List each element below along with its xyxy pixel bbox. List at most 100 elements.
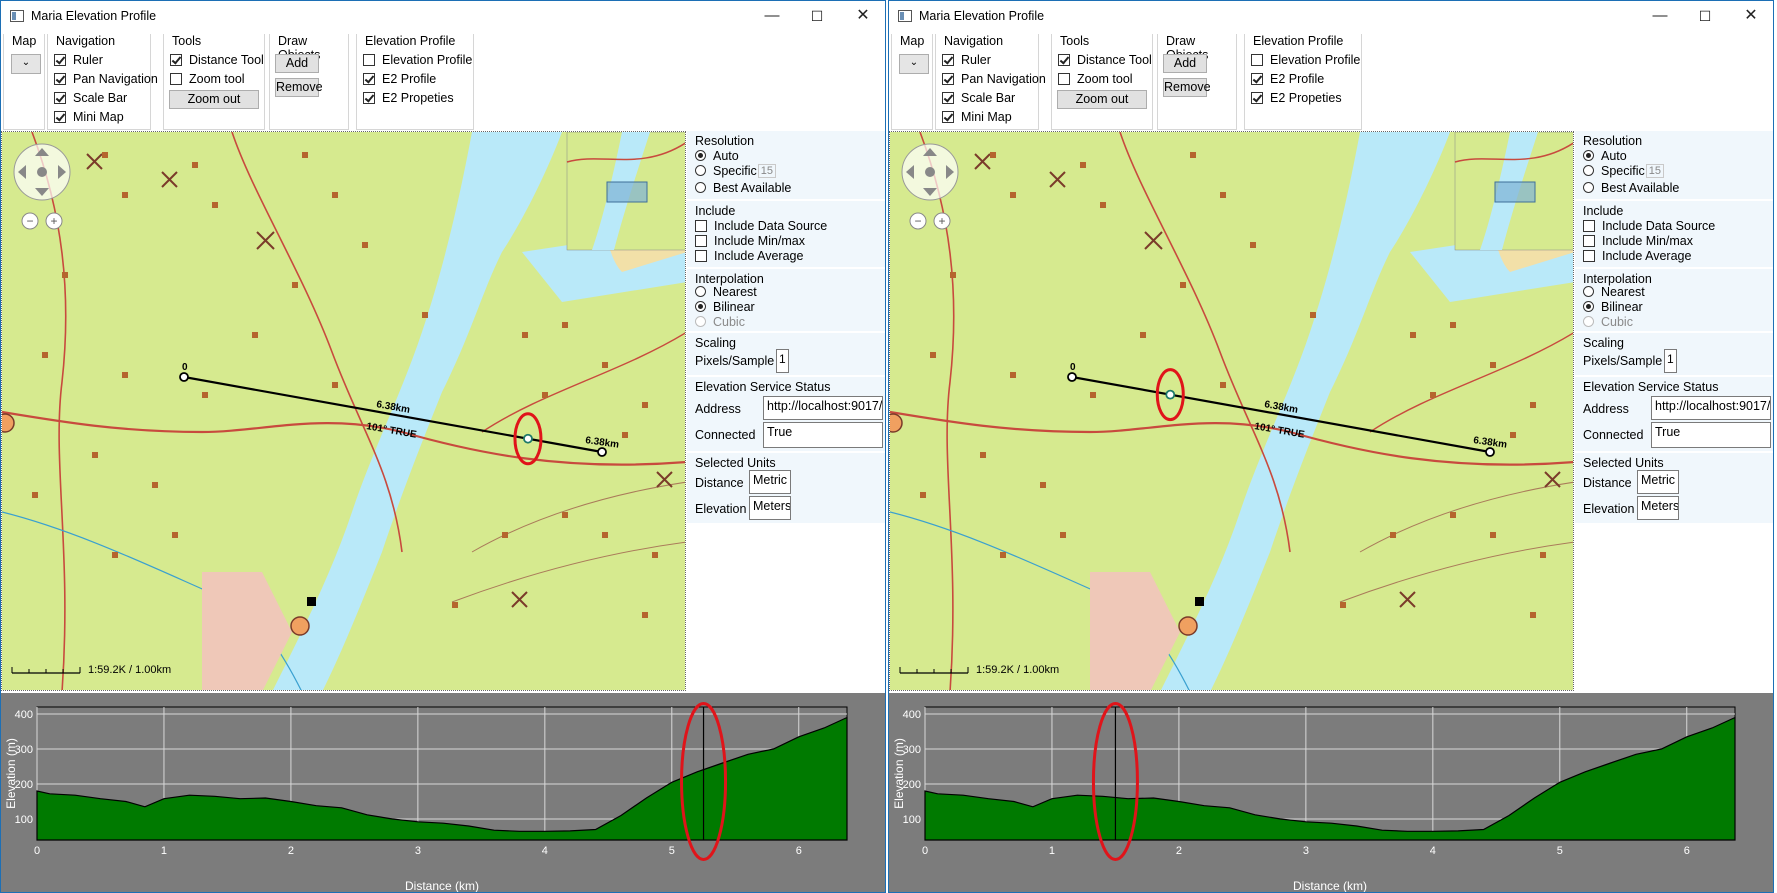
ruler-start-point[interactable] <box>1067 372 1077 382</box>
mini-map-checkbox[interactable]: Mini Map <box>942 108 1012 125</box>
checkbox-box[interactable] <box>1583 249 1595 262</box>
distance-units-field[interactable]: Metric <box>1637 470 1679 494</box>
checkbox-box[interactable] <box>695 219 707 232</box>
checkbox-box[interactable] <box>1251 72 1263 85</box>
maximize-icon[interactable]: ☐ <box>1685 5 1725 27</box>
e2-profile-checkbox[interactable]: E2 Profile <box>363 70 436 87</box>
checkbox-box[interactable] <box>695 234 707 247</box>
resolution-specific-radio[interactable]: Specific 15 <box>695 163 777 178</box>
ruler-start-point[interactable] <box>179 372 189 382</box>
mini-map-checkbox[interactable]: Mini Map <box>54 108 124 125</box>
resolution-auto-radio[interactable]: Auto <box>1583 148 1627 163</box>
checkbox-box[interactable] <box>363 91 375 104</box>
checkbox-box[interactable] <box>54 72 66 85</box>
scale-bar-checkbox[interactable]: Scale Bar <box>54 89 127 106</box>
radio-dot[interactable] <box>695 301 706 312</box>
checkbox-box[interactable] <box>54 91 66 104</box>
add-button[interactable]: Add <box>1163 54 1207 73</box>
specific-resolution-input[interactable]: 15 <box>757 163 777 178</box>
elevation-chart-canvas[interactable]: 0 1 2 3 4 5 6100200300400Distance (km)Elevatio… <box>889 693 1773 893</box>
interpolation-nearest-radio[interactable]: Nearest <box>1583 284 1645 299</box>
mini-map-viewport[interactable] <box>1494 181 1536 203</box>
radio-dot[interactable] <box>1583 286 1594 297</box>
checkbox-box[interactable] <box>54 110 66 123</box>
distance-tool-checkbox[interactable]: Distance Tool <box>1058 51 1152 68</box>
pixels-per-sample-input[interactable]: 1 <box>1664 349 1677 373</box>
map-canvas[interactable]: − + 0 6.38km 101° TRUE 6.38km <box>890 132 1574 691</box>
maximize-icon[interactable]: ☐ <box>797 5 837 27</box>
include-average-checkbox[interactable]: Include Average <box>1583 247 1691 264</box>
remove-button[interactable]: Remove <box>1163 78 1211 97</box>
checkbox-box[interactable] <box>54 53 66 66</box>
distance-tool-checkbox[interactable]: Distance Tool <box>170 51 264 68</box>
radio-dot[interactable] <box>695 182 706 193</box>
mini-map-viewport[interactable] <box>606 181 648 203</box>
radio-dot[interactable] <box>1583 182 1594 193</box>
zoom-out-button[interactable]: Zoom out <box>169 90 259 109</box>
checkbox-box[interactable] <box>363 72 375 85</box>
ruler-checkbox[interactable]: Ruler <box>54 51 103 68</box>
elevation-profile-checkbox[interactable]: Elevation Profile <box>1251 51 1360 68</box>
distance-units-field[interactable]: Metric <box>749 470 791 494</box>
checkbox-box[interactable] <box>363 53 375 66</box>
checkbox-box[interactable] <box>942 53 954 66</box>
close-icon[interactable]: ✕ <box>1731 5 1771 27</box>
radio-dot[interactable] <box>1583 165 1594 176</box>
ruler-end-point[interactable] <box>597 447 607 457</box>
checkbox-box[interactable] <box>1058 53 1070 66</box>
elevation-chart-canvas[interactable]: 0 1 2 3 4 5 6100200300400Distance (km)Elevatio… <box>1 693 885 893</box>
map-view[interactable]: − + 0 6.38km 101° TRUE 6.38km 1:59.2K / … <box>1 131 686 691</box>
checkbox-box[interactable] <box>1583 219 1595 232</box>
title-bar[interactable]: Maria Elevation Profile — ☐ ✕ <box>889 1 1773 31</box>
map-canvas[interactable]: − + 0 6.38km 101° TRUE 6.38km <box>2 132 686 691</box>
radio-dot[interactable] <box>695 150 706 161</box>
elevation-profile-chart[interactable]: 0 1 2 3 4 5 6 100 200 300 400 Distance (km) Elevatio… <box>889 693 1773 893</box>
checkbox-box[interactable] <box>942 72 954 85</box>
checkbox-box[interactable] <box>1583 234 1595 247</box>
radio-dot[interactable] <box>695 165 706 176</box>
remove-button[interactable]: Remove <box>275 78 323 97</box>
resolution-best-radio[interactable]: Best Available <box>695 180 791 195</box>
interpolation-bilinear-radio[interactable]: Bilinear <box>1583 299 1643 314</box>
resolution-best-radio[interactable]: Best Available <box>1583 180 1679 195</box>
elevation-profile-checkbox[interactable]: Elevation Profile <box>363 51 472 68</box>
resolution-specific-radio[interactable]: Specific 15 <box>1583 163 1665 178</box>
address-field[interactable]: http://localhost:9017/ <box>1651 396 1771 420</box>
pan-navigation-checkbox[interactable]: Pan Navigation <box>54 70 158 87</box>
pixels-per-sample-input[interactable]: 1 <box>776 349 789 373</box>
map-dropdown[interactable]: ⌄ <box>11 54 41 74</box>
zoom-out-button[interactable]: Zoom out <box>1057 90 1147 109</box>
pan-center-icon[interactable] <box>37 167 47 177</box>
minimize-icon[interactable]: — <box>1640 5 1680 27</box>
radio-dot[interactable] <box>1583 301 1594 312</box>
interpolation-nearest-radio[interactable]: Nearest <box>695 284 757 299</box>
close-icon[interactable]: ✕ <box>843 5 883 27</box>
checkbox-box[interactable] <box>942 91 954 104</box>
interpolation-bilinear-radio[interactable]: Bilinear <box>695 299 755 314</box>
minimize-icon[interactable]: — <box>752 5 792 27</box>
ruler-checkbox[interactable]: Ruler <box>942 51 991 68</box>
specific-resolution-input[interactable]: 15 <box>1645 163 1665 178</box>
scale-bar-checkbox[interactable]: Scale Bar <box>942 89 1015 106</box>
include-average-checkbox[interactable]: Include Average <box>695 247 803 264</box>
checkbox-box[interactable] <box>695 249 707 262</box>
checkbox-box[interactable] <box>170 53 182 66</box>
radio-dot[interactable] <box>695 286 706 297</box>
checkbox-box[interactable] <box>1251 53 1263 66</box>
checkbox-box[interactable] <box>942 110 954 123</box>
e2-propeties-checkbox[interactable]: E2 Propeties <box>1251 89 1342 106</box>
checkbox-box[interactable] <box>1251 91 1263 104</box>
pan-center-icon[interactable] <box>925 167 935 177</box>
elevation-profile-chart[interactable]: 0 1 2 3 4 5 6 100 200 300 400 Distance (km) Elevatio… <box>1 693 885 893</box>
zoom-tool-checkbox[interactable]: Zoom tool <box>1058 70 1133 87</box>
checkbox-box[interactable] <box>1058 72 1070 85</box>
zoom-tool-checkbox[interactable]: Zoom tool <box>170 70 245 87</box>
ruler-end-point[interactable] <box>1485 447 1495 457</box>
pan-navigation-checkbox[interactable]: Pan Navigation <box>942 70 1046 87</box>
map-dropdown[interactable]: ⌄ <box>899 54 929 74</box>
title-bar[interactable]: Maria Elevation Profile — ☐ ✕ <box>1 1 885 31</box>
checkbox-box[interactable] <box>170 72 182 85</box>
map-view[interactable]: − + 0 6.38km 101° TRUE 6.38km 1:59.2K / … <box>889 131 1574 691</box>
radio-dot[interactable] <box>1583 150 1594 161</box>
e2-propeties-checkbox[interactable]: E2 Propeties <box>363 89 454 106</box>
